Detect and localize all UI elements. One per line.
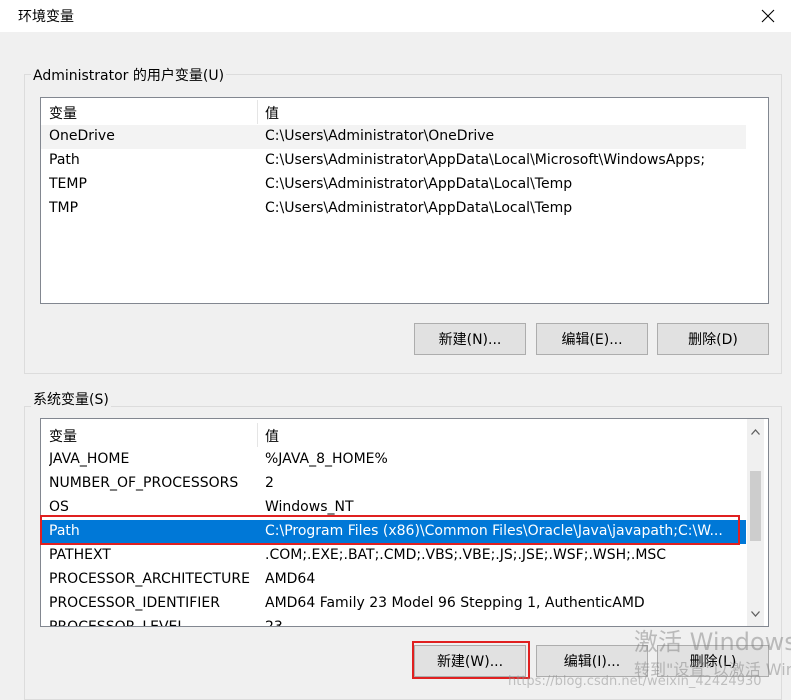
var-value: 2 xyxy=(265,475,274,491)
system-vars-list[interactable]: 变量 值 JAVA_HOME %JAVA_8_HOME% NUMBER_OF_P… xyxy=(40,418,769,627)
user-delete-button[interactable]: 删除(D) xyxy=(657,323,769,355)
var-value: C:\Users\Administrator\AppData\Local\Tem… xyxy=(265,200,573,216)
var-name: PROCESSOR_ARCHITECTURE xyxy=(49,571,250,587)
column-divider[interactable] xyxy=(257,100,258,124)
title-bar: 环境变量 xyxy=(0,0,791,32)
var-value: C:\Users\Administrator\AppData\Local\Mic… xyxy=(265,152,706,168)
var-value: .COM;.EXE;.BAT;.CMD;.VBS;.VBE;.JS;.JSE;.… xyxy=(265,547,667,563)
var-name: OneDrive xyxy=(49,128,115,144)
var-value: AMD64 xyxy=(265,571,316,587)
var-name: Path xyxy=(49,152,80,168)
table-row[interactable]: JAVA_HOME %JAVA_8_HOME% xyxy=(41,448,746,472)
var-value: Windows_NT xyxy=(265,499,354,515)
var-name: OS xyxy=(49,499,69,515)
column-header-value[interactable]: 值 xyxy=(265,103,745,123)
chevron-down-icon xyxy=(751,610,760,617)
system-edit-button[interactable]: 编辑(I)... xyxy=(536,645,648,677)
var-name: PROCESSOR_IDENTIFIER xyxy=(49,595,220,611)
scroll-down-button[interactable] xyxy=(747,605,764,622)
table-row-selected[interactable]: Path C:\Program Files (x86)\Common Files… xyxy=(41,520,746,544)
table-row[interactable]: TEMP C:\Users\Administrator\AppData\Loca… xyxy=(41,173,746,197)
system-vars-label: 系统变量(S) xyxy=(31,389,111,409)
var-value: %JAVA_8_HOME% xyxy=(265,451,388,467)
var-name: NUMBER_OF_PROCESSORS xyxy=(49,475,239,491)
table-row[interactable]: NUMBER_OF_PROCESSORS 2 xyxy=(41,472,746,496)
scroll-thumb[interactable] xyxy=(750,471,761,541)
table-row[interactable]: TMP C:\Users\Administrator\AppData\Local… xyxy=(41,197,746,221)
window-title: 环境变量 xyxy=(18,9,74,25)
user-vars-header: 变量 值 xyxy=(41,100,768,124)
system-vars-header: 变量 值 xyxy=(41,423,746,447)
chevron-up-icon xyxy=(751,428,760,435)
close-icon xyxy=(761,9,775,23)
var-value: C:\Users\Administrator\AppData\Local\Tem… xyxy=(265,176,573,192)
var-name: TEMP xyxy=(49,176,87,192)
var-name: JAVA_HOME xyxy=(49,451,130,467)
column-divider[interactable] xyxy=(257,423,258,447)
user-edit-button[interactable]: 编辑(E)... xyxy=(536,323,648,355)
var-name: TMP xyxy=(49,200,79,216)
table-row[interactable]: OneDrive C:\Users\Administrator\OneDrive xyxy=(41,125,746,149)
var-name: Path xyxy=(49,523,80,539)
table-row[interactable]: OS Windows_NT xyxy=(41,496,746,520)
var-value: C:\Program Files (x86)\Common Files\Orac… xyxy=(265,523,723,539)
close-button[interactable] xyxy=(745,0,791,32)
scroll-up-button[interactable] xyxy=(747,423,764,440)
user-new-button[interactable]: 新建(N)... xyxy=(414,323,526,355)
var-name: PROCESSOR_LEVEL xyxy=(49,619,186,627)
table-row[interactable]: PROCESSOR_IDENTIFIER AMD64 Family 23 Mod… xyxy=(41,592,746,616)
user-vars-label: Administrator 的用户变量(U) xyxy=(31,65,227,85)
column-header-value[interactable]: 值 xyxy=(265,426,735,446)
table-row[interactable]: Path C:\Users\Administrator\AppData\Loca… xyxy=(41,149,746,173)
table-row[interactable]: PATHEXT .COM;.EXE;.BAT;.CMD;.VBS;.VBE;.J… xyxy=(41,544,746,568)
var-value: AMD64 Family 23 Model 96 Stepping 1, Aut… xyxy=(265,595,645,611)
table-row[interactable]: PROCESSOR_ARCHITECTURE AMD64 xyxy=(41,568,746,592)
system-new-button[interactable]: 新建(W)... xyxy=(414,645,526,677)
blog-url-watermark: https://blog.csdn.net/weixin_42424930 xyxy=(508,674,762,689)
user-vars-list[interactable]: 变量 值 OneDrive C:\Users\Administrator\One… xyxy=(40,97,769,304)
column-header-name[interactable]: 变量 xyxy=(49,103,249,123)
var-name: PATHEXT xyxy=(49,547,111,563)
column-header-name[interactable]: 变量 xyxy=(49,426,249,446)
activate-windows-title: 激活 Windows xyxy=(634,628,791,656)
system-vars-scrollbar[interactable] xyxy=(747,419,764,626)
var-value: C:\Users\Administrator\OneDrive xyxy=(265,128,495,144)
